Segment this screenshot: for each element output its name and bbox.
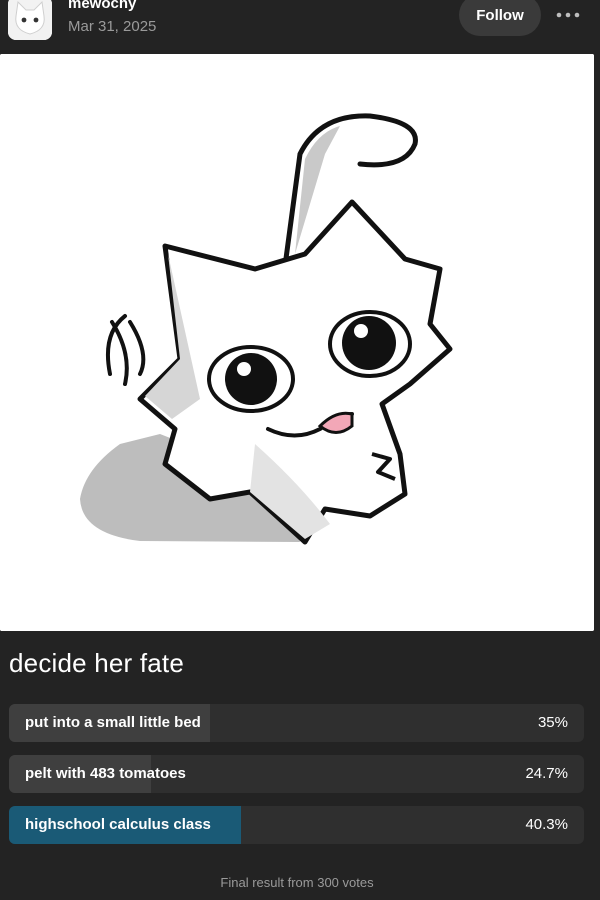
poll-option-label: highschool calculus class <box>25 816 211 833</box>
cat-avatar-icon[interactable] <box>8 0 52 40</box>
poll-option-percent: 24.7% <box>525 765 568 782</box>
poll-option-label: put into a small little bed <box>25 714 201 731</box>
poll-question: decide her fate <box>9 648 185 678</box>
post-image[interactable] <box>0 54 594 631</box>
post-page: mewochy Mar 31, 2025 Follow decide her f… <box>0 0 600 900</box>
poll-option-label: pelt with 483 tomatoes <box>25 765 186 782</box>
post-header: mewochy Mar 31, 2025 Follow <box>0 0 600 52</box>
username[interactable]: mewochy <box>68 0 136 13</box>
ellipsis-icon[interactable] <box>550 0 586 30</box>
poll-option-percent: 35% <box>537 714 568 731</box>
poll-option-percent: 40.3% <box>525 816 568 833</box>
poll-option-bed[interactable]: put into a small little bed 35% <box>9 704 584 742</box>
poll-footer: Final result from 300 votes <box>220 875 374 890</box>
poll-option-calculus[interactable]: highschool calculus class 40.3% <box>9 806 584 844</box>
post-date: Mar 31, 2025 <box>68 18 157 35</box>
follow-button[interactable]: Follow <box>459 0 541 36</box>
poll-option-tomatoes[interactable]: pelt with 483 tomatoes 24.7% <box>9 755 584 793</box>
cat-drawing-illustration <box>0 54 594 631</box>
